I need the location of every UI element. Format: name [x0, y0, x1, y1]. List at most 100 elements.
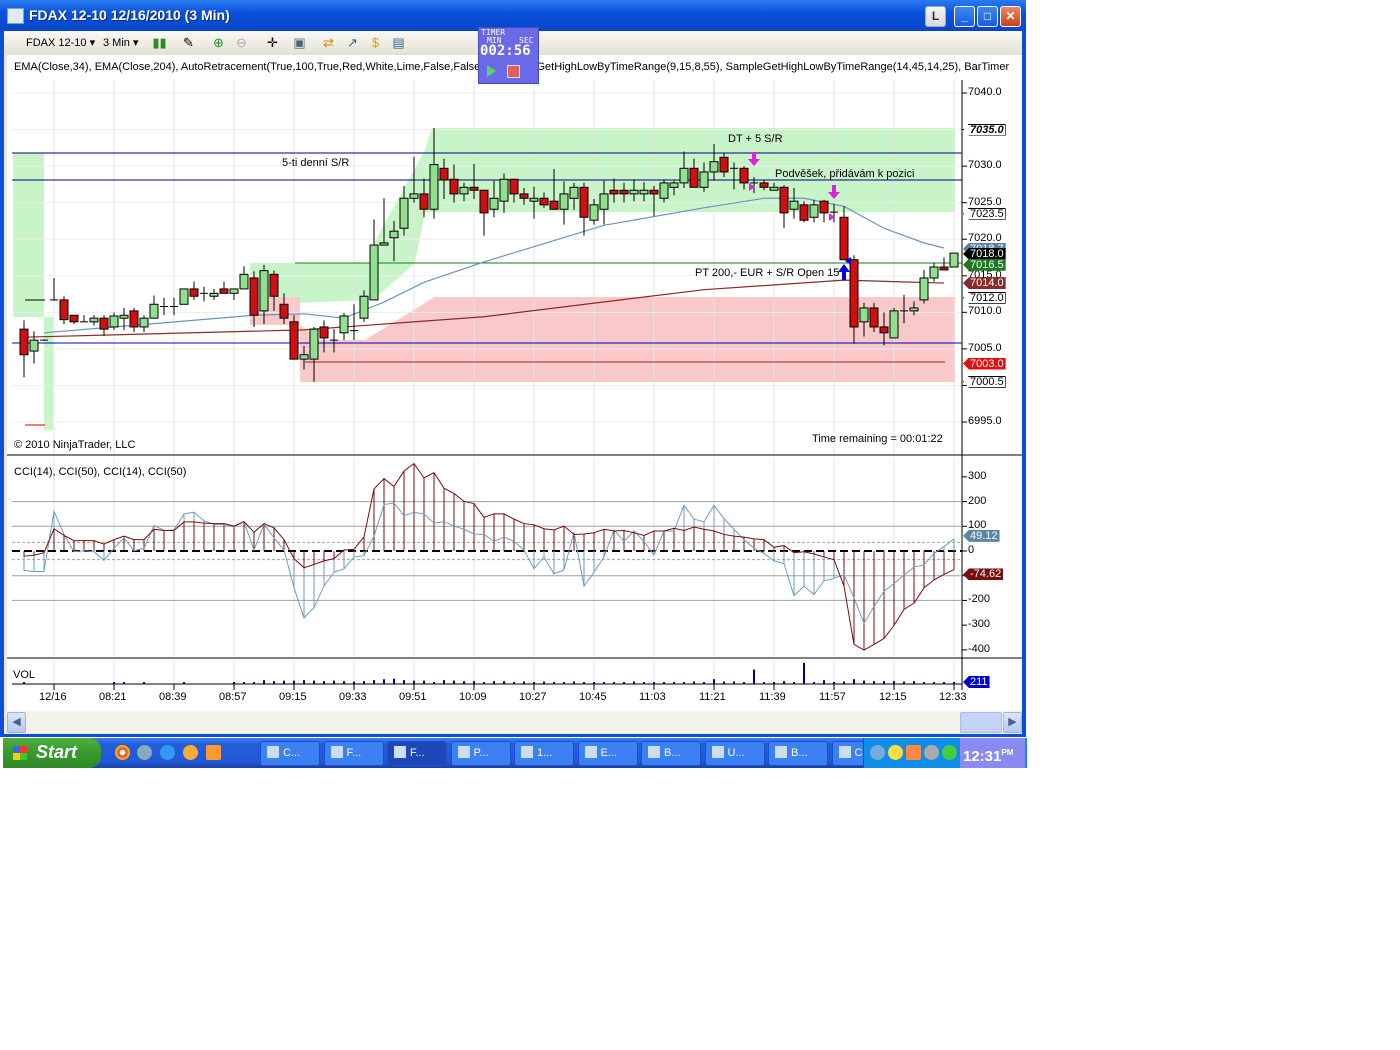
scroll-left-button[interactable]: ◀ — [7, 712, 26, 733]
candle — [129, 307, 139, 333]
price-tag: 7003.0 — [963, 357, 1006, 370]
cci-axis-label: 300 — [968, 469, 987, 482]
candle-body — [439, 167, 449, 181]
tray-icon[interactable] — [942, 745, 957, 760]
taskbar-task-button[interactable]: E... — [577, 741, 638, 766]
play-icon[interactable] — [487, 65, 496, 77]
price-tag: 7012.0 — [963, 291, 1006, 304]
app-quicklaunch-icon[interactable] — [137, 745, 152, 760]
candle-body — [739, 167, 749, 184]
candle-body — [469, 186, 479, 191]
candle-body — [869, 307, 879, 328]
cci-axis-label: -300 — [968, 618, 991, 631]
candle-body — [619, 189, 629, 195]
taskbar-task-button[interactable]: F... — [323, 741, 384, 766]
taskbar-task-button[interactable]: F... — [387, 741, 447, 766]
taskbar-task-button[interactable]: U... — [704, 741, 765, 766]
time-axis-label: 08:57 — [219, 691, 247, 703]
cci-panel-label: CCI(14), CCI(50), CCI(14), CCI(50) — [14, 466, 187, 478]
candle-body — [859, 307, 869, 323]
candle-body — [929, 266, 939, 279]
scroll-thumb[interactable] — [960, 712, 1002, 733]
candle-body — [29, 339, 39, 352]
price-axis-label: 7020.0 — [968, 232, 1002, 245]
stop-icon[interactable] — [507, 65, 520, 78]
candle — [919, 269, 929, 304]
task-app-icon — [648, 746, 660, 758]
time-axis-label: 11:03 — [639, 691, 666, 703]
taskbar-clock[interactable]: 12:31PM — [960, 738, 1025, 768]
candle-body — [129, 310, 139, 328]
price-tag: 7035.0 — [963, 123, 1006, 136]
candle-body — [279, 303, 289, 319]
task-app-icon — [838, 746, 851, 758]
price-axis-label: 6995.0 — [968, 414, 1002, 427]
chart-canvas[interactable] — [0, 0, 1026, 737]
taskbar-task-button[interactable]: C... — [260, 741, 320, 766]
start-button[interactable]: Start — [3, 738, 101, 768]
price-axis-label: 7040.0 — [968, 86, 1002, 98]
clock-time: 12:31 — [963, 748, 1002, 765]
candle — [29, 331, 39, 364]
chrome-icon[interactable] — [115, 745, 130, 760]
tray-icon[interactable] — [888, 745, 903, 760]
candle — [799, 201, 809, 223]
candle-body — [119, 314, 129, 319]
clock-app-icon[interactable] — [206, 745, 221, 760]
time-axis-label: 09:51 — [399, 691, 427, 703]
price-axis-label: 7025.0 — [968, 195, 1002, 208]
time-axis-label: 12:33 — [939, 691, 967, 703]
candle-body — [699, 171, 709, 188]
scroll-right-button[interactable]: ▶ — [1003, 712, 1022, 733]
taskbar-task-button[interactable]: P... — [450, 741, 511, 766]
taskbar-task-button[interactable]: 1... — [514, 741, 574, 766]
tray-icon[interactable] — [906, 745, 921, 760]
tray-icon[interactable] — [924, 745, 939, 760]
candle-body — [479, 189, 489, 214]
candle-body — [319, 326, 329, 339]
time-axis-label: 08:39 — [159, 691, 187, 703]
candle-body — [539, 197, 549, 206]
cci-axis-label: 200 — [968, 494, 987, 507]
candle-body — [589, 204, 599, 221]
candle — [109, 312, 119, 330]
buy-arrow-icon — [838, 264, 850, 280]
task-label: E... — [600, 747, 618, 759]
candle-body — [939, 266, 949, 271]
candle-body — [779, 186, 789, 214]
annotation-dt[interactable]: DT + 5 S/R — [728, 133, 783, 145]
ie-icon[interactable] — [160, 745, 175, 760]
annotation-pt[interactable]: PT 200,- EUR + S/R Open 15 — [695, 267, 839, 279]
candle-body — [209, 292, 219, 297]
taskbar-task-button[interactable]: B... — [768, 741, 828, 766]
bar-timer-widget[interactable]: TIMER MIN SEC 002:56 — [478, 27, 539, 84]
tray-icon[interactable] — [870, 745, 885, 760]
retracement-zone-green — [250, 128, 955, 303]
candle — [479, 189, 489, 236]
price-axis-label: 7030.0 — [968, 159, 1002, 172]
candle — [189, 281, 199, 300]
candle-body — [839, 216, 849, 261]
candle-body — [569, 186, 579, 199]
candle — [889, 307, 899, 339]
time-axis-label: 11:39 — [759, 691, 786, 703]
cci50-value-tag: -74.62 — [963, 568, 1004, 581]
candle — [89, 315, 99, 326]
candle-body — [289, 321, 299, 360]
volume-panel-label: VOL — [13, 669, 36, 681]
cci14-value-tag: 49.12 — [963, 529, 1000, 542]
annotation-sr5[interactable]: 5-ti denní S/R — [282, 157, 349, 169]
candle-body — [69, 314, 79, 323]
candle-body — [689, 167, 699, 188]
task-label: 1... — [537, 747, 553, 759]
candle-body — [409, 193, 419, 199]
candle — [209, 288, 219, 300]
taskbar-task-button[interactable]: B... — [641, 741, 701, 766]
candle — [579, 182, 589, 236]
annotation-podvesek[interactable]: Podvěšek, přidávám k pozici — [775, 168, 914, 180]
horizontal-scrollbar[interactable]: ◀ ▶ — [7, 711, 1022, 733]
candle — [69, 314, 79, 325]
candle-body — [19, 328, 29, 356]
candle-body — [879, 326, 889, 334]
media-icon[interactable] — [183, 745, 198, 760]
